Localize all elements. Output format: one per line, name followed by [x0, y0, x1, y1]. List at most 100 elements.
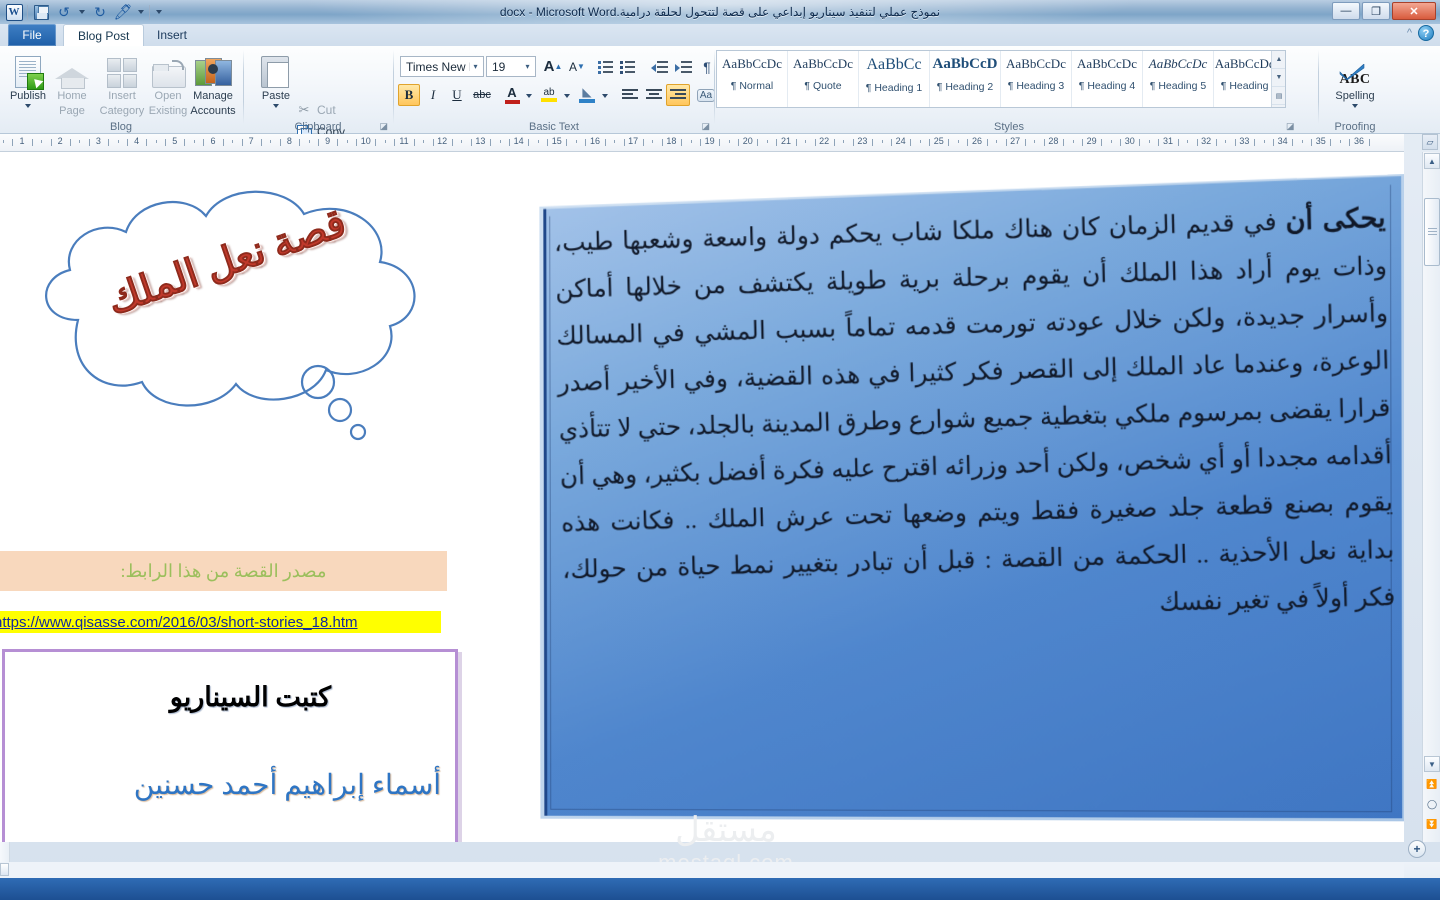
vertical-scrollbar[interactable]: ▲ ▼ ⏫ ◯ ⏬ [1422, 152, 1440, 842]
ruler-minor-tick [547, 139, 549, 146]
paste-label: Paste [261, 90, 291, 102]
styles-scroll-down-icon[interactable]: ▼ [1272, 69, 1285, 87]
styles-gallery[interactable]: AaBbCcDc ¶ Normal AaBbCcDc ¶ Quote AaBbC… [716, 50, 1286, 108]
cut-label: Cut [317, 103, 336, 117]
styles-more-icon[interactable]: ▤ [1272, 87, 1285, 105]
tab-file[interactable]: File [8, 24, 56, 46]
minimize-button[interactable]: — [1332, 2, 1360, 20]
ruler-minor-tick [1177, 139, 1179, 146]
font-size-dropdown-icon[interactable]: ▾ [522, 62, 533, 71]
style-preview: AaBbCcDc [1006, 56, 1066, 71]
restore-button[interactable]: ❐ [1362, 2, 1390, 20]
ruler-tick-number: 7 [248, 136, 254, 146]
font-color-dropdown-icon[interactable] [524, 90, 534, 102]
select-browse-object-button[interactable]: ◯ [1424, 796, 1440, 812]
ruler-minor-tick [279, 139, 281, 146]
align-left-icon[interactable] [618, 84, 642, 106]
next-page-button[interactable]: ⏬ [1424, 816, 1440, 832]
shading-dropdown-icon[interactable] [600, 90, 610, 102]
font-name-dropdown-icon[interactable]: ▾ [470, 62, 481, 71]
spelling-dropdown-icon[interactable] [1326, 104, 1384, 108]
styles-scroll-up-icon[interactable]: ▲ [1272, 51, 1285, 69]
basic-text-dialog-launcher[interactable]: ◪ [701, 121, 710, 132]
ruler-tick-number: 1 [19, 136, 25, 146]
ruler-minor-tick [489, 139, 491, 146]
thought-cloud-shape[interactable]: قصة نعل الملك [18, 170, 438, 450]
ruler-minor-tick [470, 139, 472, 146]
font-size-box[interactable]: 19 ▾ [486, 56, 536, 77]
bold-button[interactable]: B [398, 84, 420, 106]
paste-button[interactable]: Paste [250, 50, 302, 108]
strikethrough-button[interactable]: abc [470, 84, 494, 106]
shading-icon[interactable]: ◣ [576, 82, 598, 106]
ruler-minor-tick [1120, 139, 1122, 146]
shrink-font-icon[interactable]: A ▼ [566, 56, 588, 77]
ruler-minor-tick [757, 139, 759, 146]
style-item[interactable]: AaBbCcDc ¶ Heading 5 [1143, 51, 1214, 107]
font-color-letter: A [507, 84, 517, 100]
zoom-in-button[interactable]: + [1408, 840, 1426, 858]
close-button[interactable]: ✕ [1392, 2, 1436, 20]
align-center-icon[interactable] [642, 84, 666, 106]
source-link[interactable]: https://www.qisasse.com/2016/03/short-st… [0, 614, 358, 631]
ruler-minor-tick [461, 140, 463, 143]
increase-indent-icon[interactable] [672, 56, 694, 77]
ruler-minor-tick [155, 140, 157, 143]
style-item[interactable]: AaBbCcDc ¶ Normal [717, 51, 788, 107]
style-item[interactable]: AaBbCc ¶ Heading 1 [859, 51, 930, 107]
font-name-box[interactable]: Times New Rc ▾ [400, 56, 484, 77]
clipboard-dialog-launcher[interactable]: ◪ [379, 121, 388, 132]
cut-button[interactable]: ✂ Cut [296, 100, 336, 120]
style-item[interactable]: AaBbCcD ¶ Heading 2 [930, 51, 1001, 107]
ribbon-group-basic-text: Times New Rc ▾ 19 ▾ A▲ A▼ ¶ B [394, 46, 716, 134]
collapse-ribbon-icon[interactable]: ^ [1407, 27, 1412, 39]
ruler-tick-number: 15 [551, 136, 562, 146]
story-textbox[interactable]: يحكى أن في قديم الزمان كان هناك ملكا شاب… [535, 174, 1404, 821]
styles-dialog-launcher[interactable]: ◪ [1286, 121, 1295, 132]
style-name: ¶ Heading 1 [865, 82, 923, 94]
underline-button[interactable]: U [446, 84, 468, 106]
italic-button[interactable]: I [422, 84, 444, 106]
ruler-toggle-icon[interactable]: ▱ [1422, 134, 1438, 150]
horizontal-scroll-thumb[interactable] [0, 863, 9, 876]
previous-page-button[interactable]: ⏫ [1424, 776, 1440, 792]
tab-blog-post[interactable]: Blog Post [63, 24, 145, 46]
ribbon-group-blog: Publish Home Page Insert Category Open E… [0, 46, 242, 134]
manage-accounts-button[interactable]: Manage Accounts [184, 50, 242, 118]
spelling-button[interactable]: ABC Spelling [1326, 50, 1384, 108]
home-page-label-1: Home [57, 90, 87, 102]
highlight-dropdown-icon[interactable] [562, 90, 572, 102]
style-item[interactable]: AaBbCcDc ¶ Heading 4 [1072, 51, 1143, 107]
horizontal-scrollbar[interactable] [0, 862, 1404, 878]
style-name: ¶ Normal [730, 80, 774, 92]
font-color-icon[interactable]: A [502, 82, 522, 106]
ruler-tick-number: 24 [895, 136, 906, 146]
scroll-down-button[interactable]: ▼ [1424, 756, 1440, 772]
paste-dropdown-icon[interactable] [250, 104, 302, 108]
align-right-icon[interactable] [666, 84, 690, 106]
horizontal-ruler[interactable]: 1 2 3 4 5 6 7 8 9 10 11 12 13 14 15 16 17 18 19 20 21 22 23 24 2… [0, 134, 1404, 152]
ruler-minor-tick [1368, 139, 1370, 146]
highlight-icon[interactable]: ab [538, 82, 560, 106]
tab-insert[interactable]: Insert [143, 24, 201, 46]
home-page-button[interactable]: Home Page [46, 50, 98, 118]
source-link-box[interactable]: https://www.qisasse.com/2016/03/short-st… [0, 611, 441, 633]
styles-scrollbar[interactable]: ▲ ▼ ▤ [1271, 51, 1285, 107]
scroll-thumb[interactable] [1424, 198, 1440, 266]
ruler-minor-tick [1330, 139, 1332, 146]
ruler-minor-tick [690, 140, 692, 143]
numbering-icon[interactable] [618, 56, 638, 77]
document-canvas[interactable]: قصة نعل الملك مصدر القصة من هذا الرابط: … [0, 152, 1404, 842]
source-caption-box: مصدر القصة من هذا الرابط: [0, 551, 447, 591]
bullets-icon[interactable] [596, 56, 616, 77]
grow-font-icon[interactable]: A ▲ [542, 56, 564, 77]
title-bar: W ↺ ↻ 🖊 نموذج عملي لتنفيذ سيناريو إبداعي… [0, 0, 1440, 24]
scroll-up-button[interactable]: ▲ [1424, 153, 1440, 169]
style-item[interactable]: AaBbCcDc ¶ Quote [788, 51, 859, 107]
credits-frame[interactable]: كتبت السيناريو أسماء إبراهيم أحمد حسنين [2, 649, 458, 842]
ribbon-group-clipboard: Paste ✂ Cut Copy Format Painter Clipboar… [244, 46, 392, 168]
help-icon[interactable]: ? [1418, 25, 1434, 41]
style-item[interactable]: AaBbCcDc ¶ Heading 3 [1001, 51, 1072, 107]
decrease-indent-icon[interactable] [648, 56, 670, 77]
ruler-tick-number: 11 [399, 136, 409, 146]
